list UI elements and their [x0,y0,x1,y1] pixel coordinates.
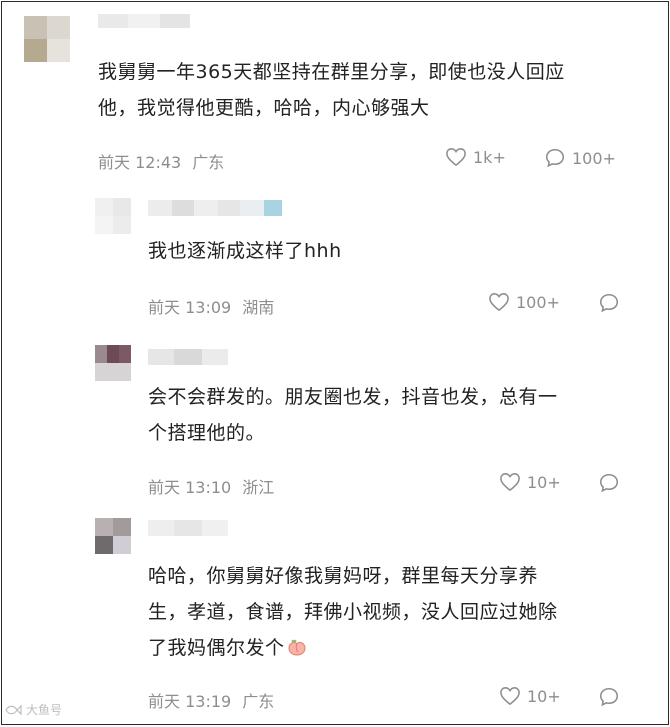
username-blurred[interactable] [98,14,190,28]
comment-text: 哈哈，你舅舅好像我舅妈呀，群里每天分享养 生，孝道，食谱，拜佛小视频，没人回应过… [148,565,558,659]
heart-icon [489,293,509,312]
heart-icon [446,148,466,167]
username-blurred[interactable] [148,520,228,536]
like-count: 10+ [527,686,561,706]
comment-bubble-icon [599,473,619,493]
comment-location: 广东 [242,692,275,711]
like-button[interactable]: 10+ [499,472,561,492]
comment-item: 会不会群发的。朋友圈也发，抖音也发，总有一 个搭理他的。 前天 13:10 浙江… [2,337,668,512]
avatar[interactable] [24,16,70,62]
reply-button[interactable] [598,292,620,314]
comment-item: 我也逐渐成这样了hhh 前天 13:09 湖南 100+ [2,192,668,337]
comment-meta: 前天 13:10 浙江 [148,474,274,498]
like-button[interactable]: 10+ [499,686,561,706]
avatar[interactable] [95,518,131,554]
username-blurred[interactable] [148,349,228,365]
avatar[interactable] [95,198,131,234]
comment-text: 会不会群发的。朋友圈也发，抖音也发，总有一 个搭理他的。 [148,386,558,444]
comment-meta: 前天 13:19 广东 [148,688,274,712]
comment-location: 广东 [192,153,225,172]
fish-logo-icon [5,704,22,715]
like-button[interactable]: 1k+ [445,147,506,167]
username-blurred[interactable] [148,200,282,216]
reply-button[interactable]: 100+ [544,147,616,169]
comment-item: 我舅舅一年365天都坚持在群里分享，即使也没人回应 他，我觉得他更酷，哈哈，内心… [2,2,668,192]
heart-icon [500,687,520,706]
comment-meta: 前天 12:43 广东 [98,149,224,173]
heart-icon [500,473,520,492]
reply-button[interactable] [598,686,620,708]
comment-bubble-icon [599,293,619,313]
comment-time: 前天 13:10 [148,478,232,497]
like-button[interactable]: 100+ [488,292,560,312]
reply-count: 100+ [572,148,616,168]
peach-emoji-icon [287,633,307,656]
comment-location: 湖南 [242,298,275,317]
like-count: 10+ [527,472,561,492]
comment-text: 我也逐渐成这样了hhh [148,240,342,262]
watermark: 大鱼号 [4,701,62,718]
like-count: 100+ [516,292,560,312]
comment-item: 哈哈，你舅舅好像我舅妈呀，群里每天分享养 生，孝道，食谱，拜佛小视频，没人回应过… [2,512,668,724]
comment-time: 前天 13:09 [148,298,232,317]
comment-location: 浙江 [242,478,275,497]
comment-text: 我舅舅一年365天都坚持在群里分享，即使也没人回应 他，我觉得他更酷，哈哈，内心… [98,61,565,119]
comment-bubble-icon [599,687,619,707]
comment-time: 前天 13:19 [148,692,232,711]
like-count: 1k+ [473,147,506,167]
comment-bubble-icon [545,148,565,168]
comment-meta: 前天 13:09 湖南 [148,294,274,318]
comment-thread-panel: 我舅舅一年365天都坚持在群里分享，即使也没人回应 他，我觉得他更酷，哈哈，内心… [1,1,669,725]
avatar[interactable] [95,345,131,381]
comment-time: 前天 12:43 [98,153,182,172]
reply-button[interactable] [598,472,620,494]
